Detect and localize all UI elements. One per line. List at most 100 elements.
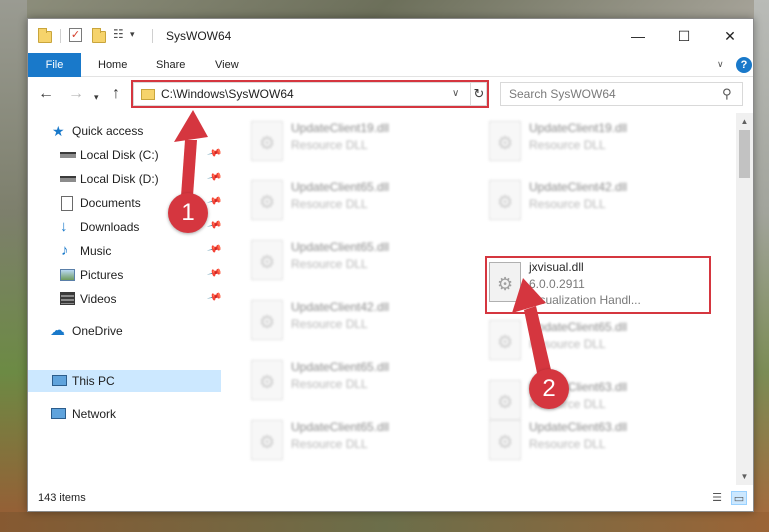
file-name: UpdateClient65.dll — [291, 420, 390, 434]
details-view-icon[interactable]: ☰ — [709, 491, 725, 505]
sidebar-item-label: Music — [80, 244, 112, 258]
file-description: Resource DLL — [291, 197, 368, 211]
file-item[interactable]: UpdateClient65.dll Resource DLL — [247, 416, 467, 466]
search-icon[interactable]: ⚲ — [722, 86, 732, 102]
tab-home[interactable]: Home — [98, 53, 127, 77]
network-icon — [51, 408, 66, 419]
pin-icon: 📌 — [206, 217, 223, 234]
drive-icon — [60, 176, 76, 182]
new-folder-icon[interactable] — [92, 28, 106, 43]
sidebar-item-label: Network — [72, 407, 117, 421]
file-name: UpdateClient19.dll — [291, 121, 390, 135]
file-name: UpdateClient19.dll — [529, 121, 628, 135]
close-button[interactable]: ✕ — [707, 19, 753, 53]
file-description: Resource DLL — [291, 138, 368, 152]
sidebar-item-network[interactable]: Network — [28, 403, 221, 425]
sidebar-item-label: Quick access — [72, 124, 144, 138]
file-name: UpdateClient65.dll — [529, 320, 628, 334]
file-item[interactable]: UpdateClient42.dll Resource DLL — [247, 296, 467, 346]
file-item-jxvisual[interactable]: jxvisual.dll 6.0.0.2911 Visualization Ha… — [485, 258, 705, 308]
dll-file-icon — [251, 360, 283, 400]
refresh-button[interactable]: ↻ — [470, 83, 487, 105]
sidebar-item-label: This PC — [72, 374, 115, 388]
sidebar-item-local-disk-c[interactable]: Local Disk (C:) 📌 — [28, 144, 222, 166]
forward-button[interactable]: → — [68, 86, 84, 102]
sidebar-item-music[interactable]: ♪ Music 📌 — [28, 240, 222, 262]
folder-icon — [38, 28, 52, 43]
drive-icon — [60, 152, 76, 158]
desktop-wallpaper-left — [0, 0, 27, 532]
minimize-button[interactable]: — — [615, 19, 661, 53]
expand-ribbon-icon[interactable]: ∨ — [717, 59, 724, 70]
properties-check-icon[interactable]: ✓ — [69, 28, 82, 42]
file-version: 6.0.0.2911 — [529, 277, 585, 291]
file-item[interactable]: UpdateClient65.dll Resource DLL — [247, 236, 467, 286]
status-bar: 143 items ☰ ▭ — [28, 485, 753, 511]
documents-icon — [61, 196, 73, 211]
file-name: jxvisual.dll — [529, 260, 584, 274]
sidebar-item-this-pc[interactable]: This PC — [28, 370, 221, 392]
file-description: Resource DLL — [529, 138, 606, 152]
sidebar-item-local-disk-d[interactable]: Local Disk (D:) 📌 — [28, 168, 223, 190]
scroll-thumb[interactable] — [739, 130, 750, 178]
file-list: UpdateClient19.dll Resource DLL UpdateCl… — [221, 113, 736, 485]
scroll-up-arrow-icon[interactable]: ▲ — [736, 113, 753, 130]
recent-locations-icon[interactable]: ▾ — [94, 89, 99, 105]
maximize-button[interactable]: ☐ — [661, 19, 707, 53]
file-item[interactable]: UpdateClient65.dll Resource DLL — [247, 176, 467, 226]
tab-file[interactable]: File — [28, 53, 81, 77]
customize-toolbar-icon[interactable]: ☷ — [113, 28, 129, 40]
dll-file-icon — [489, 380, 521, 420]
sidebar-item-quick-access[interactable]: ★ Quick access — [28, 120, 221, 142]
dll-file-icon — [489, 262, 521, 302]
file-name: UpdateClient65.dll — [291, 240, 390, 254]
file-item[interactable]: UpdateClient19.dll Resource DLL — [485, 117, 705, 167]
address-bar[interactable]: C:\Windows\SysWOW64 ∨ ↻ — [133, 82, 487, 106]
large-icons-view-icon[interactable]: ▭ — [731, 491, 747, 505]
videos-icon — [60, 292, 75, 305]
sidebar-item-onedrive[interactable]: ☁ OneDrive — [28, 320, 221, 342]
file-name: UpdateClient65.dll — [291, 360, 390, 374]
sidebar-item-label: Downloads — [80, 220, 140, 234]
file-item[interactable]: UpdateClient19.dll Resource DLL — [247, 117, 467, 167]
file-item[interactable]: UpdateClient65.dll Resource DLL — [247, 356, 467, 406]
window-title: SysWOW64 — [166, 29, 232, 43]
tab-share[interactable]: Share — [156, 53, 185, 77]
pin-icon: 📌 — [206, 169, 223, 186]
address-dropdown-icon[interactable]: ∨ — [452, 88, 459, 99]
sidebar-item-videos[interactable]: Videos 📌 — [28, 288, 222, 310]
address-bar-row: ← → ▾ ↑ C:\Windows\SysWOW64 ∨ ↻ ⚲ — [28, 77, 753, 113]
toolbar-divider — [152, 29, 153, 43]
vertical-scrollbar[interactable]: ▲ ▼ — [736, 113, 753, 485]
toolbar-dropdown-icon[interactable]: ▾ — [130, 29, 135, 40]
sidebar-item-pictures[interactable]: Pictures 📌 — [28, 264, 222, 286]
search-box[interactable]: ⚲ — [500, 82, 743, 106]
file-item[interactable]: UpdateClient42.dll Resource DLL — [485, 176, 705, 226]
search-input[interactable] — [509, 86, 709, 102]
dll-file-icon — [251, 420, 283, 460]
toolbar-divider — [60, 29, 61, 43]
dll-file-icon — [251, 240, 283, 280]
back-button[interactable]: ← — [38, 86, 54, 102]
file-item[interactable]: UpdateClient65.dll Resource DLL — [485, 316, 705, 366]
sidebar-item-label: Pictures — [80, 268, 124, 282]
step-badge-1: 1 — [168, 193, 208, 233]
folder-icon — [141, 89, 155, 100]
file-item[interactable]: UpdateClient63.dll Resource DLL — [485, 416, 705, 466]
step-badge-2: 2 — [529, 369, 569, 409]
sidebar-item-label: Local Disk (D:) — [80, 172, 159, 186]
computer-icon — [52, 375, 67, 386]
sidebar-item-label: Videos — [80, 292, 117, 306]
ribbon-tabs: File Home Share View ∨ ? — [28, 53, 753, 77]
dll-file-icon — [251, 180, 283, 220]
address-path[interactable]: C:\Windows\SysWOW64 — [161, 87, 294, 101]
star-icon: ★ — [52, 123, 65, 139]
tab-view[interactable]: View — [215, 53, 239, 77]
pictures-icon — [60, 269, 75, 281]
sidebar-item-label: Local Disk (C:) — [80, 148, 159, 162]
scroll-down-arrow-icon[interactable]: ▼ — [736, 468, 753, 485]
up-button[interactable]: ↑ — [112, 86, 120, 102]
help-icon[interactable]: ? — [736, 57, 752, 73]
file-description: Resource DLL — [291, 257, 368, 271]
downloads-icon: ↓ — [60, 218, 68, 235]
